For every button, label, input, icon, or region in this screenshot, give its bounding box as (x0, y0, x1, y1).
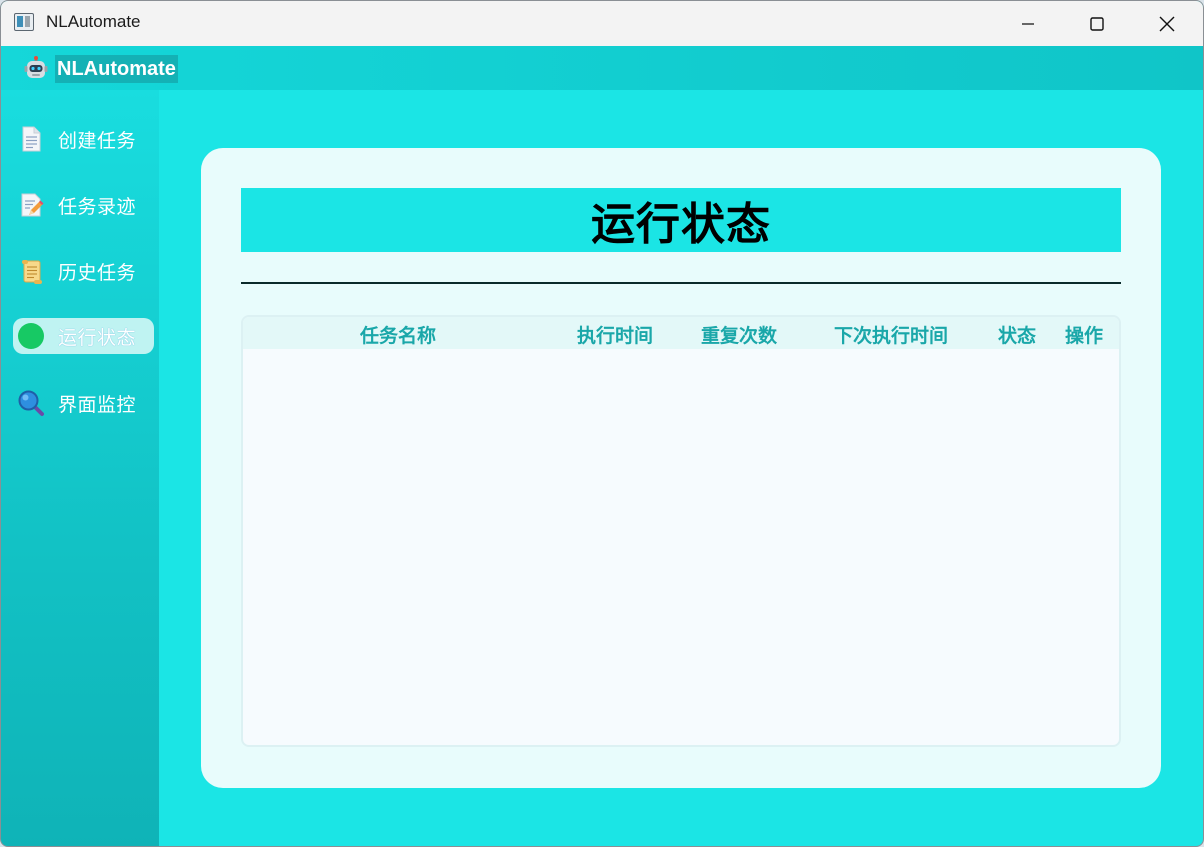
column-header-status[interactable]: 状态 (998, 321, 1036, 348)
app-header: NLAutomate (1, 46, 1203, 90)
pencil-memo-icon (17, 191, 45, 219)
column-header-repeat-count[interactable]: 重复次数 (701, 321, 777, 348)
close-icon (1159, 16, 1175, 31)
minimize-icon (1022, 22, 1034, 25)
robot-icon (23, 55, 49, 82)
title-bar[interactable]: NLAutomate (1, 1, 1203, 46)
green-circle-icon (17, 322, 45, 350)
main-card: 运行状态 任务名称 执行时间 重复次数 下次执行时间 状态 操作 (201, 148, 1161, 788)
app-window-icon (14, 13, 34, 31)
divider (241, 282, 1121, 284)
sidebar: 创建任务 任务录迹 历史任务 运行状态 界面监控 (1, 90, 159, 846)
sidebar-item-ui-monitor[interactable]: 界面监控 (13, 385, 154, 421)
document-icon (17, 125, 45, 153)
close-button[interactable] (1132, 1, 1202, 46)
maximize-icon (1090, 16, 1104, 31)
sidebar-item-label: 界面监控 (58, 393, 137, 416)
minimize-button[interactable] (993, 1, 1063, 46)
brand: NLAutomate (23, 54, 178, 83)
column-header-next-exec-time[interactable]: 下次执行时间 (834, 321, 948, 348)
sidebar-item-run-status[interactable]: 运行状态 (13, 318, 154, 354)
column-header-task-name[interactable]: 任务名称 (360, 321, 436, 348)
table-header: 任务名称 执行时间 重复次数 下次执行时间 状态 操作 (243, 317, 1119, 349)
sidebar-item-label: 运行状态 (58, 326, 137, 349)
sidebar-item-create-task[interactable]: 创建任务 (13, 121, 154, 157)
page-title-bar: 运行状态 (241, 188, 1121, 252)
app-window: NLAutomate NLAutomate 创建任务 任务录迹 历史任务 运行状… (0, 0, 1204, 847)
sidebar-item-task-record[interactable]: 任务录迹 (13, 187, 154, 223)
sidebar-item-history-task[interactable]: 历史任务 (13, 253, 154, 289)
column-header-actions[interactable]: 操作 (1065, 321, 1103, 348)
brand-name: NLAutomate (55, 54, 178, 83)
sidebar-item-label: 创建任务 (58, 129, 137, 152)
task-status-table[interactable]: 任务名称 执行时间 重复次数 下次执行时间 状态 操作 (241, 315, 1121, 747)
scroll-icon (17, 257, 45, 285)
maximize-button[interactable] (1062, 1, 1132, 46)
magnifier-icon (17, 389, 45, 417)
sidebar-item-label: 历史任务 (58, 261, 137, 284)
sidebar-item-label: 任务录迹 (58, 195, 137, 218)
column-header-exec-time[interactable]: 执行时间 (577, 321, 653, 348)
page-title: 运行状态 (591, 199, 771, 250)
window-title: NLAutomate (46, 12, 141, 31)
